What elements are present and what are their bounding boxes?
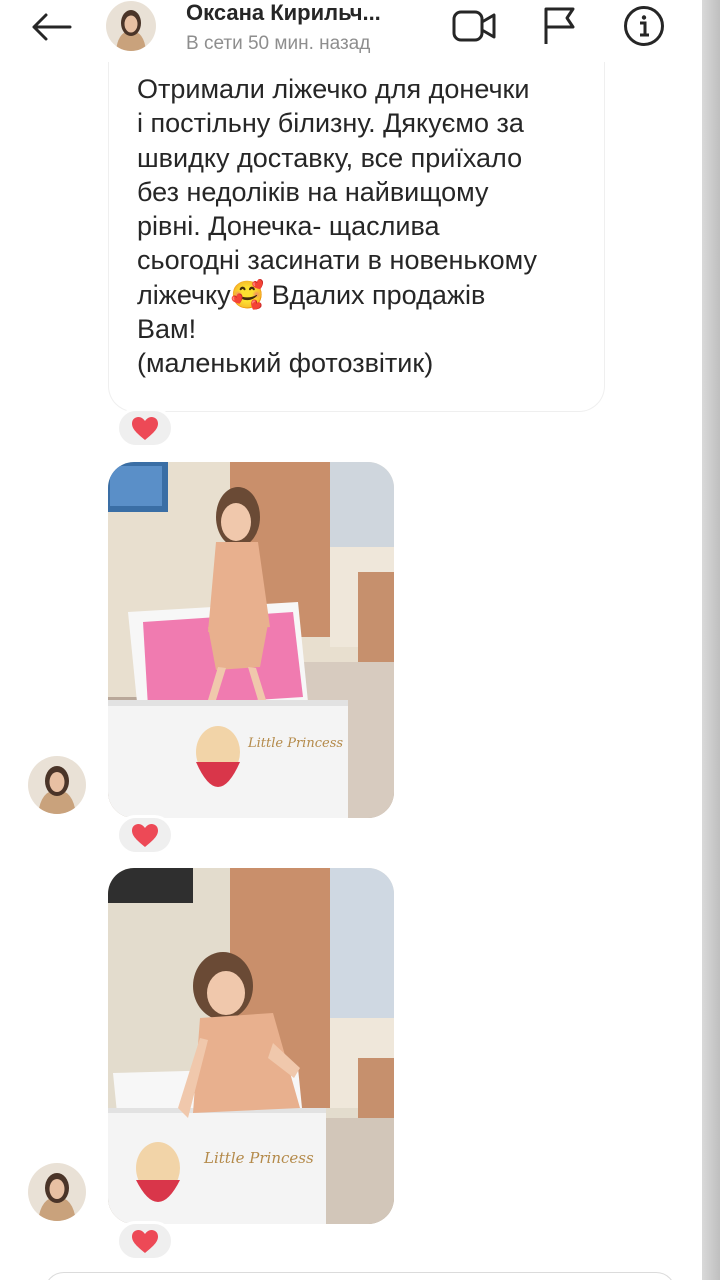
report-flag-icon (544, 7, 575, 44)
info-icon (624, 6, 664, 46)
back-button[interactable] (28, 8, 74, 46)
video-call-button[interactable] (450, 4, 498, 48)
heart-icon (132, 416, 158, 440)
sender-avatar[interactable] (28, 1163, 86, 1221)
message-text: Отримали ліжечко для донечки і постільну… (137, 74, 537, 379)
contact-avatar[interactable] (106, 1, 156, 51)
heart-icon (132, 1229, 158, 1253)
report-button[interactable] (536, 4, 584, 48)
scroll-edge (702, 0, 720, 1280)
photo-message-1[interactable]: Little Princess (108, 462, 394, 818)
video-call-icon (452, 10, 496, 42)
bed-decal-text: Little Princess (247, 736, 343, 751)
photo-1-reaction[interactable] (116, 815, 174, 855)
chat-header: Оксана Кирильч... В сети 50 мин. назад (0, 0, 720, 58)
message-reaction[interactable] (116, 408, 174, 448)
online-status: В сети 50 мин. назад (186, 33, 371, 54)
info-button[interactable] (620, 4, 668, 48)
bed-decal-text: Little Princess (203, 1149, 314, 1167)
photo-message-2[interactable]: Little Princess (108, 868, 394, 1224)
contact-name[interactable]: Оксана Кирильч... (186, 0, 381, 26)
message-input[interactable] (44, 1272, 676, 1280)
photo-2-reaction[interactable] (116, 1221, 174, 1261)
back-arrow-icon (32, 13, 72, 41)
sender-avatar[interactable] (28, 756, 86, 814)
heart-icon (132, 823, 158, 847)
